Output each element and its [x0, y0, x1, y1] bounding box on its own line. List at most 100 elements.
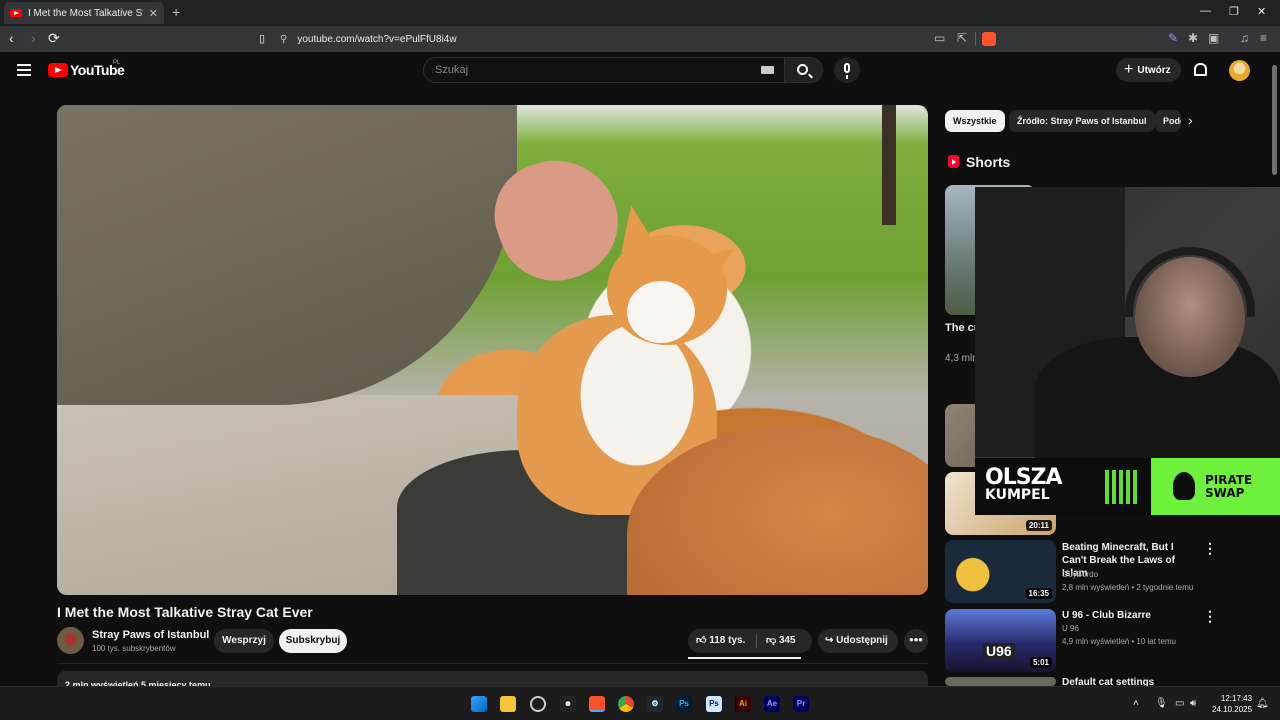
media-controls-icon[interactable]: ♫ — [1240, 31, 1249, 45]
wallet-icon[interactable]: ▣ — [1208, 31, 1219, 45]
back-icon[interactable]: ‹ — [9, 30, 14, 46]
photoshop-icon[interactable]: Ps — [676, 696, 692, 712]
photoshop-beta-icon[interactable]: Ps — [706, 696, 722, 712]
more-actions-button[interactable]: ••• — [904, 629, 928, 653]
premiere-icon[interactable]: Pr — [793, 696, 809, 712]
address-bar[interactable]: ⚲ youtube.com/watch?v=ePulFfU8i4w — [280, 29, 1000, 49]
obs-icon[interactable] — [530, 696, 546, 712]
rec-meta: 2,8 mln wyświetleń • 2 tygodnie temu — [1062, 583, 1194, 592]
user-avatar[interactable] — [1229, 60, 1250, 81]
bookmark-icon[interactable]: ▯ — [259, 32, 265, 45]
extensions-icon[interactable]: ✱ — [1188, 31, 1198, 45]
forward-icon[interactable]: › — [31, 30, 36, 46]
rec-title[interactable]: U 96 - Club Bizarre — [1062, 609, 1192, 622]
new-tab-button[interactable]: + — [172, 4, 180, 20]
pirate-swap-text: PIRATE SWAP — [1205, 473, 1253, 500]
like-dislike-segment: 👍︎ 118 tys. 👎︎ 345 — [688, 629, 812, 653]
like-count: 118 tys. — [709, 635, 746, 646]
file-explorer-icon[interactable] — [500, 696, 516, 712]
after-effects-icon[interactable]: Ae — [764, 696, 780, 712]
rec-title[interactable]: Default cat settings — [1062, 676, 1192, 686]
short-title[interactable]: The cute street — [945, 321, 975, 336]
tray-overflow-icon[interactable]: ˄ — [1133, 698, 1139, 709]
rec-menu-icon[interactable]: ⋮ — [1203, 540, 1217, 557]
tab-title: I Met the Most Talkative Stray Cat Ever … — [28, 7, 143, 19]
share-page-icon[interactable]: ⇱ — [957, 31, 967, 45]
chip-all[interactable]: Wszystkie — [945, 110, 1005, 132]
toolbar-divider — [975, 32, 976, 46]
rec-channel[interactable]: GuyBordo — [1062, 570, 1098, 579]
scrollbar-thumb[interactable] — [1272, 65, 1277, 175]
search-button[interactable] — [784, 57, 823, 83]
channel-name[interactable]: Stray Paws of Istanbul — [92, 629, 209, 641]
youtube-favicon-icon — [10, 9, 22, 17]
rec-thumbnail[interactable] — [945, 677, 1056, 686]
windows-start-icon[interactable] — [471, 696, 487, 712]
chevron-right-icon[interactable]: › — [1188, 112, 1193, 128]
brave-shields-icon[interactable] — [982, 32, 996, 46]
reload-icon[interactable]: ⟳ — [48, 30, 60, 47]
pirate-swap-logo: PIRATE SWAP — [1151, 458, 1280, 515]
notifications-bell-icon[interactable] — [1194, 63, 1207, 76]
youtube-logo-icon[interactable] — [48, 63, 68, 77]
chip-from-channel[interactable]: Źródło: Stray Paws of Istanbul — [1009, 110, 1155, 132]
network-icon[interactable]: ▭ — [1175, 698, 1184, 709]
olsza-kumpel-logo: OLSZA KUMPEL — [975, 458, 1151, 515]
sponsor-banner: OLSZA KUMPEL PIRATE SWAP — [975, 458, 1280, 515]
like-button[interactable]: 👍︎ 118 tys. — [696, 629, 745, 653]
create-button[interactable]: + Utwórz — [1116, 58, 1181, 82]
video-info-divider — [57, 663, 928, 664]
app-icon[interactable]: ☻ — [560, 696, 576, 712]
tab-close-icon[interactable]: ✕ — [149, 7, 158, 20]
steam-icon[interactable]: ⚙ — [647, 696, 663, 712]
close-window-button[interactable]: ✕ — [1257, 5, 1266, 18]
voice-search-button[interactable] — [834, 57, 860, 83]
thumbs-up-icon: 👍︎ — [696, 635, 710, 646]
chrome-icon[interactable] — [618, 696, 634, 712]
thumbs-down-icon: 👎︎ — [766, 635, 779, 646]
leo-ai-icon[interactable]: ✎ — [1168, 31, 1178, 45]
rec-menu-icon[interactable]: ⋮ — [1203, 608, 1217, 625]
site-info-icon[interactable]: ⚲ — [280, 34, 287, 45]
video-player[interactable] — [57, 105, 928, 595]
windows-taskbar: ☻ ⚙ Ps Ps Ai Ae Pr ˄ 🎙︎ ▭ 🔊︎ 12:17:43 24… — [0, 686, 1280, 720]
shorts-icon — [948, 155, 959, 168]
notification-icon[interactable]: 🔔︎ — [1256, 698, 1269, 709]
brave-browser-icon[interactable] — [589, 696, 605, 712]
like-divider — [756, 634, 757, 648]
system-clock[interactable]: 12:17:43 24.10.2025 — [1212, 693, 1252, 715]
maximize-button[interactable]: ❐ — [1229, 5, 1239, 18]
join-button[interactable]: Wesprzyj — [214, 629, 274, 653]
cast-icon[interactable]: ▭ — [934, 31, 945, 45]
youtube-header: YouTube PL Szukaj + Utwórz — [0, 52, 1280, 90]
hamburger-menu-icon[interactable] — [17, 64, 31, 76]
clock-time: 12:17:43 — [1220, 694, 1253, 703]
rec-thumbnail[interactable]: 16:35 — [945, 540, 1056, 603]
rec-channel[interactable]: U 96 — [1062, 624, 1079, 633]
keyboard-icon[interactable] — [761, 66, 774, 74]
like-ratio-bar — [688, 657, 801, 659]
sponsor-logo-line1: OLSZA — [985, 465, 1063, 490]
channel-avatar[interactable] — [57, 627, 84, 654]
headphones-icon — [1125, 247, 1255, 317]
sponsor-logo-line2: KUMPEL — [985, 487, 1050, 503]
chip-related[interactable]: Podobne — [1155, 110, 1181, 132]
browser-tab-strip: I Met the Most Talkative Stray Cat Ever … — [0, 0, 1280, 26]
thumbnail-text: U96 — [983, 643, 1015, 659]
illustrator-icon[interactable]: Ai — [735, 696, 751, 712]
video-frame-arm — [57, 105, 517, 405]
share-button[interactable]: ↪ Udostępnij — [818, 629, 898, 653]
subscriber-count: 100 tys. subskrybentów — [92, 644, 176, 653]
minimize-button[interactable]: — — [1200, 5, 1211, 17]
search-input[interactable]: Szukaj — [423, 57, 786, 83]
microphone-icon[interactable]: 🎙︎ — [1155, 698, 1168, 709]
video-frame-tree — [882, 105, 896, 225]
dislike-button[interactable]: 👎︎ 345 — [766, 629, 796, 653]
subscribe-button[interactable]: Subskrybuj — [279, 629, 347, 653]
browser-menu-icon[interactable]: ≡ — [1260, 31, 1267, 45]
volume-icon[interactable]: 🔊︎ — [1190, 698, 1196, 709]
country-code: PL — [113, 60, 121, 66]
rec-thumbnail[interactable]: U96 5:01 — [945, 609, 1056, 672]
browser-tab[interactable]: I Met the Most Talkative Stray Cat Ever … — [4, 2, 164, 24]
share-label: Udostępnij — [836, 635, 888, 646]
